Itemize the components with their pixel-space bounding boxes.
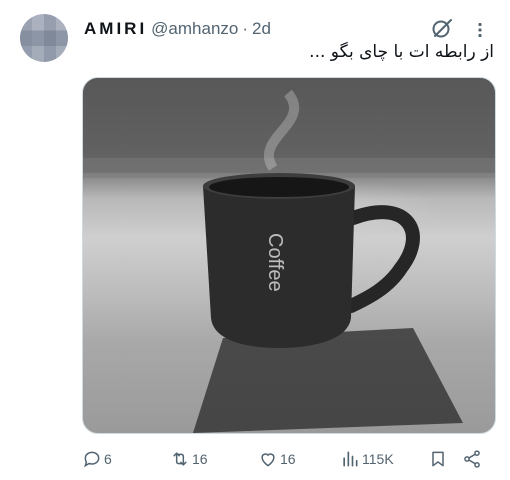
reply-count: 6 [104, 451, 112, 467]
bookmark-icon [432, 451, 444, 467]
timestamp[interactable]: 2d [252, 19, 271, 39]
reply-icon [84, 451, 100, 468]
retweet-count: 16 [192, 451, 208, 467]
user-handle[interactable]: @amhanzo [151, 19, 238, 39]
bookmark-button[interactable] [428, 448, 450, 470]
separator: · [242, 19, 249, 38]
share-button[interactable] [462, 448, 484, 470]
like-count: 16 [280, 451, 296, 467]
views-button[interactable]: 115K [340, 448, 394, 470]
tweet-photo[interactable]: Coffee [82, 77, 496, 434]
grok-icon[interactable] [430, 16, 454, 40]
like-button[interactable]: 16 [258, 448, 296, 470]
reply-button[interactable]: 6 [82, 448, 112, 470]
view-count: 115K [362, 451, 394, 467]
avatar[interactable] [20, 14, 68, 62]
retweet-icon [173, 452, 187, 466]
coffee-mug-photo: Coffee [83, 78, 495, 433]
retweet-button[interactable]: 16 [170, 448, 208, 470]
display-name[interactable]: AMIRI [84, 19, 147, 39]
mug-text: Coffee [264, 233, 286, 292]
more-icon[interactable] [472, 22, 488, 38]
tweet-text: از رابطه ات با چای بگو ... [309, 42, 494, 62]
views-icon [343, 451, 358, 467]
tweet-actions: 6 16 16 115K [82, 448, 494, 472]
share-icon [464, 450, 480, 468]
heart-icon [261, 453, 275, 467]
